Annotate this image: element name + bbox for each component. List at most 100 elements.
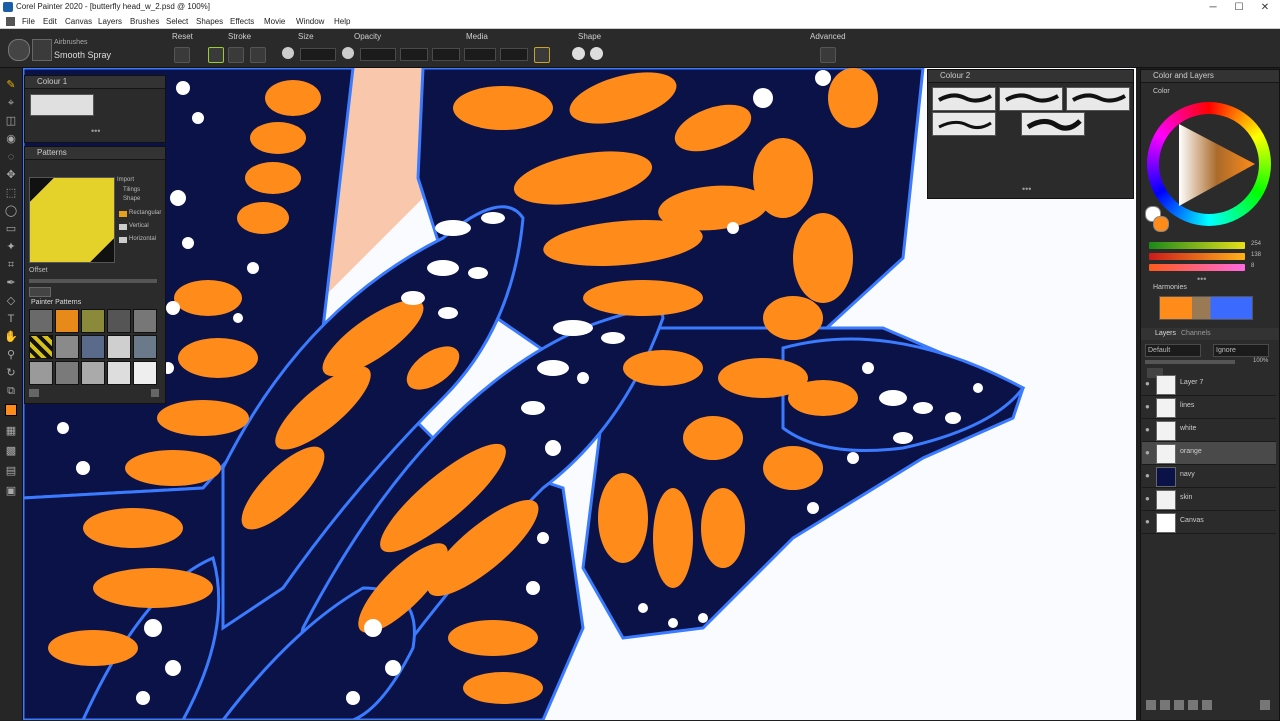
blue-slider[interactable] (1149, 264, 1245, 271)
red-value[interactable]: 254 (1251, 241, 1261, 247)
menu-select[interactable]: Select (166, 17, 188, 26)
pattern-thumb[interactable] (133, 361, 157, 385)
menu-help[interactable]: Help (334, 17, 350, 26)
panel-more-icon[interactable]: ••• (1022, 184, 1031, 194)
screen-mode-icon[interactable]: ▣ (4, 484, 18, 498)
pattern-thumb[interactable] (133, 335, 157, 359)
advanced-settings-button[interactable] (820, 47, 836, 63)
text-tool-icon[interactable]: T (4, 312, 18, 326)
lasso-tool-icon[interactable]: ◯ (4, 204, 18, 218)
opacity-dial-icon[interactable] (342, 47, 354, 59)
menu-canvas[interactable]: Canvas (65, 17, 92, 26)
pattern-preview[interactable] (29, 177, 115, 263)
color-tab-label[interactable]: Color (1153, 88, 1170, 95)
patterns-header[interactable]: Patterns (25, 147, 165, 160)
transform-tool-icon[interactable]: ⬚ (4, 186, 18, 200)
harmonies-label[interactable]: Harmonies (1153, 284, 1187, 291)
straight-stroke-button[interactable] (228, 47, 244, 63)
grabber-tool-icon[interactable]: ✋ (4, 330, 18, 344)
shape-dial-icon[interactable] (572, 47, 585, 60)
menu-file[interactable]: File (22, 17, 35, 26)
menu-effects[interactable]: Effects (230, 17, 254, 26)
opacity-slider[interactable] (1145, 360, 1235, 364)
layer-mask-icon[interactable] (1160, 700, 1170, 710)
tab-layers[interactable]: Layers (1155, 330, 1176, 337)
offset-slider[interactable] (29, 279, 157, 283)
layer-fx-icon[interactable] (1146, 700, 1156, 710)
paint-bucket-icon[interactable]: ◉ (4, 132, 18, 146)
layer-row-selected[interactable]: ● orange (1142, 442, 1276, 465)
document-icon[interactable] (6, 17, 15, 26)
pattern-option-horizontal[interactable]: Horizontal (129, 236, 156, 242)
green-value[interactable]: 138 (1251, 252, 1261, 258)
composite-method-select[interactable]: Default (1145, 344, 1201, 357)
pattern-thumb[interactable] (29, 309, 53, 333)
stroke-options-button[interactable] (250, 47, 266, 63)
media-amount-field[interactable] (500, 48, 528, 61)
blend-tool-icon[interactable]: ◌ (4, 150, 18, 164)
menu-edit[interactable]: Edit (43, 17, 57, 26)
layer-adjuster-icon[interactable]: ✥ (4, 168, 18, 182)
panel-more-icon[interactable]: ••• (91, 126, 100, 136)
pattern-thumb[interactable] (107, 361, 131, 385)
menu-shapes[interactable]: Shapes (196, 17, 223, 26)
flow-field[interactable] (400, 48, 428, 61)
opacity-field[interactable] (360, 48, 396, 61)
brush-selector-icon[interactable] (8, 39, 30, 61)
rect-select-icon[interactable]: ▭ (4, 222, 18, 236)
tab-channels[interactable]: Channels (1181, 330, 1211, 337)
brush-variant-icon[interactable] (32, 39, 52, 61)
brush-strokes-header[interactable]: Colour 2 (928, 70, 1133, 83)
pattern-option-shape[interactable]: Shape (123, 196, 140, 202)
menu-movie[interactable]: Movie (264, 17, 285, 26)
delete-layer-icon[interactable] (1260, 700, 1270, 710)
eye-icon[interactable]: ● (1145, 517, 1150, 526)
green-slider[interactable] (1149, 253, 1245, 260)
harmonies-swatches[interactable] (1159, 296, 1253, 320)
layer-row[interactable]: ● skin (1142, 488, 1276, 511)
panel-more-icon[interactable]: ••• (1197, 274, 1206, 284)
pattern-thumb[interactable] (55, 361, 79, 385)
pattern-thumb[interactable] (133, 309, 157, 333)
eye-icon[interactable]: ● (1145, 494, 1150, 503)
media-options-button[interactable] (534, 47, 550, 63)
pattern-option-import[interactable]: Import (117, 177, 134, 183)
eye-icon[interactable]: ● (1145, 425, 1150, 434)
mirror-tool-icon[interactable]: ⧉ (4, 384, 18, 398)
size-field[interactable] (300, 48, 336, 61)
red-slider[interactable] (1149, 242, 1245, 249)
menu-brushes[interactable]: Brushes (130, 17, 159, 26)
pattern-add-icon[interactable] (29, 389, 39, 397)
freehand-stroke-button[interactable] (208, 47, 224, 63)
magic-wand-icon[interactable]: ✦ (4, 240, 18, 254)
eye-icon[interactable]: ● (1145, 448, 1150, 457)
brush-tool-icon[interactable]: ✎ (4, 78, 18, 92)
opacity-value[interactable]: 100% (1253, 358, 1268, 364)
paper-selector-icon[interactable]: ▦ (4, 424, 18, 438)
pen-tool-icon[interactable]: ✒ (4, 276, 18, 290)
color-triangle[interactable] (1159, 114, 1259, 214)
magnifier-tool-icon[interactable]: ⚲ (4, 348, 18, 362)
lock-layer-icon[interactable] (1202, 700, 1212, 710)
blue-value[interactable]: 8 (1251, 263, 1254, 269)
pattern-option-rectangular[interactable]: Rectangular (129, 210, 161, 216)
library-dropdown[interactable] (29, 287, 51, 297)
minimize-button[interactable]: ─ (1200, 0, 1226, 15)
brush-stroke-preset[interactable] (1066, 87, 1130, 111)
main-color-swatch[interactable] (1153, 216, 1169, 232)
brush-variant-label[interactable]: Smooth Spray (54, 50, 111, 60)
pattern-thumb[interactable] (29, 361, 53, 385)
pattern-thumb[interactable] (107, 335, 131, 359)
pattern-library-grid[interactable] (29, 309, 159, 387)
pattern-thumb[interactable] (81, 335, 105, 359)
pattern-option-tilings[interactable]: Tilings (123, 187, 140, 193)
menu-window[interactable]: Window (296, 17, 324, 26)
squeeze-dial-icon[interactable] (590, 47, 603, 60)
maximize-button[interactable]: ☐ (1226, 0, 1252, 15)
pattern-option-vertical[interactable]: Vertical (129, 223, 149, 229)
pattern-thumb[interactable] (55, 309, 79, 333)
pattern-thumb[interactable] (107, 309, 131, 333)
main-color-swatch-icon[interactable] (4, 404, 18, 418)
brush-stroke-preset[interactable] (1021, 112, 1085, 136)
pattern-thumb[interactable] (55, 335, 79, 359)
